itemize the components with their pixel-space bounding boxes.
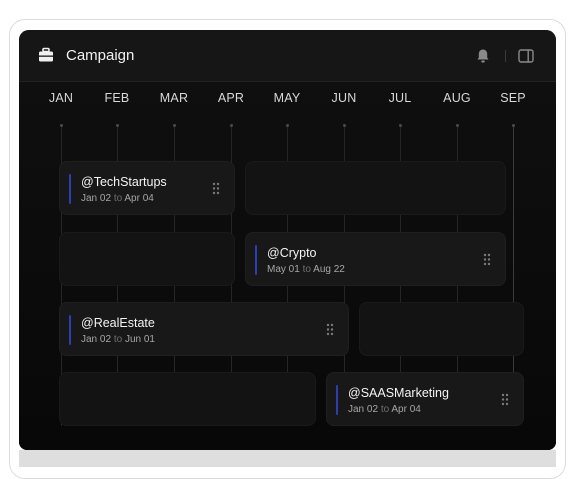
month-label: AUG: [443, 91, 471, 105]
drag-handle-icon[interactable]: [501, 393, 509, 406]
grid-dot: [512, 124, 515, 127]
campaign-dates: Jan 02 to Jun 01: [81, 334, 155, 345]
header-divider: [505, 50, 506, 62]
accent-bar: [69, 174, 71, 204]
campaign-card-crypto[interactable]: @Crypto May 01 to Aug 22: [245, 232, 506, 286]
sidebar-toggle-icon[interactable]: [518, 49, 534, 63]
grid-dot: [60, 124, 63, 127]
page-title: Campaign: [66, 47, 135, 64]
accent-bar: [69, 315, 71, 345]
grid-dot: [230, 124, 233, 127]
campaign-handle: @RealEstate: [81, 316, 155, 330]
campaign-window: Campaign JAN FEB MAR APR MAY JUN JUL AUG…: [19, 30, 556, 450]
month-label: MAY: [273, 91, 301, 105]
campaign-handle: @SAASMarketing: [348, 386, 449, 400]
campaign-card-realestate[interactable]: @RealEstate Jan 02 to Jun 01: [59, 302, 349, 356]
grid-dot: [399, 124, 402, 127]
campaign-handle: @Crypto: [267, 246, 317, 260]
month-label: MAR: [159, 91, 189, 105]
grid-dot: [173, 124, 176, 127]
month-label: FEB: [104, 91, 130, 105]
accent-bar: [255, 245, 257, 275]
month-label: APR: [217, 91, 245, 105]
empty-slot: [59, 372, 316, 426]
briefcase-icon: [39, 47, 53, 62]
campaign-dates: Jan 02 to Apr 04: [81, 193, 154, 204]
empty-slot: [245, 161, 506, 215]
campaign-dates: Jan 02 to Apr 04: [348, 404, 421, 415]
header: Campaign: [19, 30, 556, 82]
drag-handle-icon[interactable]: [212, 182, 220, 195]
empty-slot: [59, 232, 235, 286]
accent-bar: [336, 385, 338, 415]
grid-dot: [116, 124, 119, 127]
campaign-handle: @TechStartups: [81, 175, 167, 189]
empty-slot: [359, 302, 524, 356]
month-label: JAN: [48, 91, 74, 105]
grid-dot: [343, 124, 346, 127]
bell-icon[interactable]: [476, 48, 490, 64]
month-label: SEP: [500, 91, 526, 105]
grid-dot: [286, 124, 289, 127]
month-label: JUL: [388, 91, 412, 105]
campaign-dates: May 01 to Aug 22: [267, 264, 345, 275]
drag-handle-icon[interactable]: [483, 253, 491, 266]
grid-dot: [456, 124, 459, 127]
drag-handle-icon[interactable]: [326, 323, 334, 336]
bottom-strip: [19, 450, 556, 467]
month-label: JUN: [331, 91, 357, 105]
campaign-card-techstartups[interactable]: @TechStartups Jan 02 to Apr 04: [59, 161, 235, 215]
campaign-card-saasmarketing[interactable]: @SAASMarketing Jan 02 to Apr 04: [326, 372, 524, 426]
